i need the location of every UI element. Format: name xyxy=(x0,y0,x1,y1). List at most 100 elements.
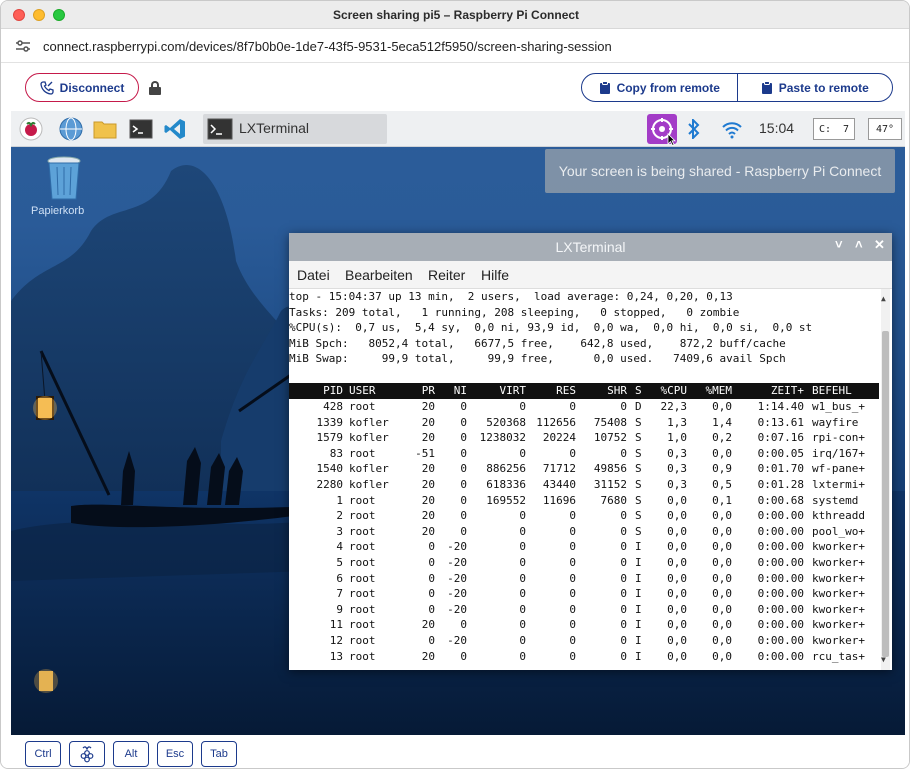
process-cell: kworker+ xyxy=(812,540,865,554)
process-cell: 0,0 xyxy=(667,571,687,585)
process-row: 11 root 20 0 0 0 0 I 0,0 0,0 0:00.00 kworker+ xyxy=(289,617,879,633)
terminal-output[interactable]: top - 15:04:37 up 13 min, 2 users, load … xyxy=(289,289,892,670)
cpu-summary-line: %CPU(s): 0,7 us, 5,4 sy, 0,0 ni, 93,9 id… xyxy=(289,321,813,335)
menu-datei[interactable]: Datei xyxy=(297,267,330,283)
lxterminal-window[interactable]: LXTerminal ˅ ˄ ✕ Datei Bearbeiten Reiter… xyxy=(289,233,892,670)
col-cpu: %CPU xyxy=(660,384,688,397)
trash-icon[interactable] xyxy=(45,155,83,201)
process-row: 1540 kofler 20 0 886256 71712 49856 S 0,3 0,9 0:01… xyxy=(289,461,879,477)
esc-key-button[interactable]: Esc xyxy=(157,741,193,767)
process-cell: kworker+ xyxy=(812,634,865,647)
terminal-icon[interactable] xyxy=(129,117,153,141)
process-cell: 0 xyxy=(569,602,576,616)
process-cell: 20 xyxy=(421,493,435,507)
process-cell: 0,0 xyxy=(712,400,732,413)
process-cell: 0 xyxy=(620,571,627,585)
trash-label: Papierkorb xyxy=(31,205,85,217)
process-cell: 83 xyxy=(329,446,343,460)
process-cell: root xyxy=(349,400,376,413)
menu-reiter[interactable]: Reiter xyxy=(428,267,465,283)
tab-key-button[interactable]: Tab xyxy=(201,741,237,767)
process-cell: pool_wo+ xyxy=(812,524,865,538)
scroll-down-icon[interactable]: ▼ xyxy=(881,652,886,668)
ctrl-key-button[interactable]: Ctrl xyxy=(25,741,61,767)
temperature-monitor[interactable]: 47° xyxy=(868,118,902,140)
vscode-icon[interactable] xyxy=(163,117,187,141)
process-cell: 0,0 xyxy=(667,540,687,554)
maximize-terminal-icon[interactable]: ˄ xyxy=(855,237,863,252)
address-bar[interactable]: connect.raspberrypi.com/devices/8f7b0b0e… xyxy=(1,29,909,63)
process-cell: 0:00.00 xyxy=(757,540,804,554)
mouse-cursor-icon xyxy=(667,133,676,146)
alt-key-button[interactable]: Alt xyxy=(113,741,149,767)
process-cell: I xyxy=(635,540,642,554)
process-cell: 0,0 xyxy=(667,602,687,616)
process-cell: 1:14.40 xyxy=(757,400,804,413)
bluetooth-icon[interactable] xyxy=(687,119,701,139)
process-cell: 0 xyxy=(460,493,467,507)
process-cell: 0,0 xyxy=(712,556,732,569)
menu-bearbeiten[interactable]: Bearbeiten xyxy=(345,267,413,283)
process-cell: 20 xyxy=(421,524,435,538)
scroll-up-icon[interactable]: ▲ xyxy=(881,291,886,307)
cpu-monitor[interactable]: C: 7 xyxy=(813,118,855,140)
col-pr: PR xyxy=(421,384,435,397)
process-cell: 10752 xyxy=(593,431,627,445)
process-cell: 0 xyxy=(460,524,467,538)
taskbar-lxterminal-button[interactable]: LXTerminal xyxy=(203,114,387,144)
process-cell: 20224 xyxy=(542,431,576,445)
process-cell: 3 xyxy=(336,524,343,538)
url-text[interactable]: connect.raspberrypi.com/devices/8f7b0b0e… xyxy=(43,39,612,54)
process-cell: 0 xyxy=(428,540,435,554)
process-cell: 0,0 xyxy=(712,602,732,616)
raspberry-menu-icon[interactable] xyxy=(19,117,43,141)
process-cell: 20 xyxy=(421,509,435,523)
process-cell: 0 xyxy=(620,509,627,523)
web-browser-icon[interactable] xyxy=(59,117,83,141)
process-row: 2280 kofler 20 0 618336 43440 31152 S 0,3 0,5 0:01… xyxy=(289,477,879,493)
process-cell: 0 xyxy=(519,618,526,632)
col-command: BEFEHL xyxy=(812,384,852,397)
terminal-scrollbar[interactable]: ▲ ▼ xyxy=(881,289,890,670)
process-cell: 0 xyxy=(620,524,627,538)
close-terminal-icon[interactable]: ✕ xyxy=(874,237,885,253)
session-actions-bar: Disconnect Copy from remote Paste to rem… xyxy=(1,63,909,111)
sharing-notification[interactable]: Your screen is being shared - Raspberry … xyxy=(545,149,895,193)
disconnect-button[interactable]: Disconnect xyxy=(25,73,139,102)
process-cell: 7680 xyxy=(600,493,628,507)
wifi-icon[interactable] xyxy=(722,121,742,139)
col-virt: VIRT xyxy=(499,384,527,397)
paste-to-remote-button[interactable]: Paste to remote xyxy=(736,74,893,101)
process-row: 1339 kofler 20 0 520368 112656 75408 S 1,3 1,4 0:1… xyxy=(289,415,879,431)
process-cell: 0 xyxy=(519,540,526,554)
disconnect-label: Disconnect xyxy=(59,80,125,95)
raspberry-icon xyxy=(80,746,94,763)
taskbar-window-label: LXTerminal xyxy=(239,120,310,136)
copy-from-remote-button[interactable]: Copy from remote xyxy=(582,74,737,101)
raspberry-key-button[interactable] xyxy=(69,741,105,767)
process-cell: kworker+ xyxy=(812,556,865,569)
process-cell: 0 xyxy=(620,587,627,601)
process-cell: 520368 xyxy=(486,415,526,429)
file-manager-icon[interactable] xyxy=(93,117,117,141)
menu-hilfe[interactable]: Hilfe xyxy=(481,267,509,283)
scrollbar-thumb[interactable] xyxy=(882,331,889,657)
process-cell: 0 xyxy=(519,649,526,663)
site-settings-icon[interactable] xyxy=(15,39,31,53)
process-cell: 886256 xyxy=(486,462,526,476)
terminal-titlebar[interactable]: LXTerminal ˅ ˄ ✕ xyxy=(289,233,892,261)
process-cell: kofler xyxy=(349,431,389,445)
process-cell: 0 xyxy=(460,400,467,413)
process-cell: kofler xyxy=(349,415,389,429)
process-cell: 0,0 xyxy=(712,587,732,601)
process-cell: -51 xyxy=(415,446,435,460)
process-cell: 0 xyxy=(519,602,526,616)
minimize-terminal-icon[interactable]: ˅ xyxy=(835,237,843,252)
remote-desktop[interactable]: LXTerminal 15:04 C: 7 47° Your screen is… xyxy=(11,111,905,735)
clock[interactable]: 15:04 xyxy=(759,120,794,136)
process-cell: 20 xyxy=(421,400,435,413)
terminal-title: LXTerminal xyxy=(555,239,626,255)
process-cell: 0,3 xyxy=(667,462,687,476)
process-cell: kworker+ xyxy=(812,618,865,632)
process-cell: 0 xyxy=(620,649,627,663)
